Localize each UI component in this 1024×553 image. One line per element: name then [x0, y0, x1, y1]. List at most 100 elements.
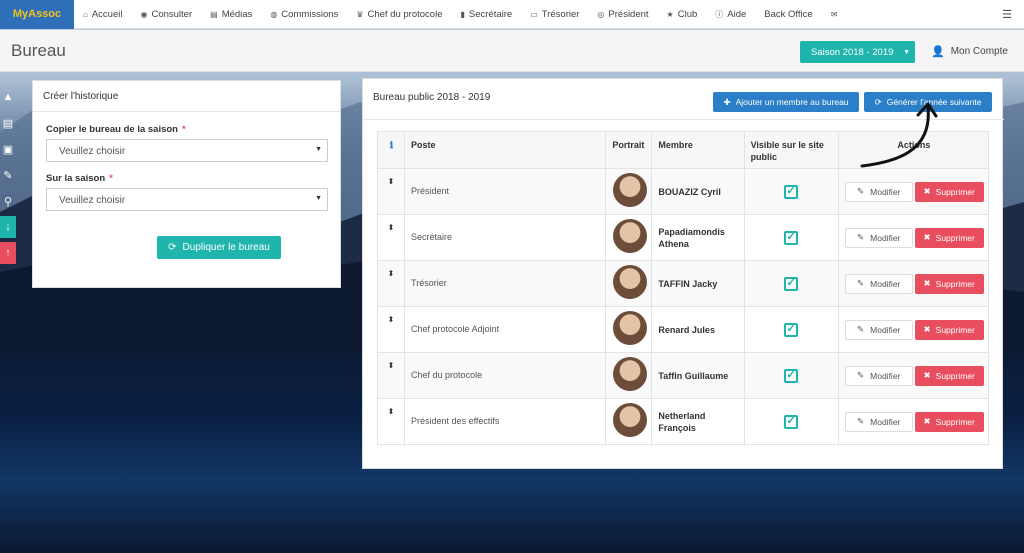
checkbox-checked-icon[interactable]: ✓ [784, 184, 799, 199]
delete-button[interactable]: ✖ Supprimer [914, 365, 984, 386]
nav-label: Médias [221, 8, 253, 20]
nav-item-3[interactable]: ◍ Commissions [261, 0, 347, 29]
nav-item-11[interactable]: ✉ [822, 0, 847, 29]
avatar [613, 219, 648, 253]
close-icon: ✖ [923, 416, 931, 426]
edit-icon: ✎ [857, 232, 865, 242]
checkbox-checked-icon[interactable]: ✓ [784, 322, 799, 337]
menu-icon[interactable]: ☰ [1002, 8, 1024, 21]
avatar [613, 357, 648, 391]
modify-button[interactable]: ✎ Modifier [844, 365, 913, 386]
actions-cell: ✎ Modifier ✖ Supprimer [837, 214, 990, 261]
checkbox-checked-icon[interactable]: ✓ [784, 368, 799, 383]
portrait-cell [605, 260, 653, 307]
checkbox-checked-icon[interactable]: ✓ [784, 230, 799, 245]
portrait-cell [605, 168, 653, 215]
season-label: Saison 2018 - 2019 [811, 46, 894, 58]
nav-item-4[interactable]: ♛ Chef du protocole [347, 0, 451, 29]
home-icon: ⌂ [83, 9, 88, 19]
portrait-cell [605, 214, 653, 261]
checkbox-checked-icon[interactable]: ✓ [784, 414, 799, 429]
brand-logo[interactable]: MyAssoc [0, 0, 74, 29]
drag-handle-icon[interactable]: ⬍ [376, 168, 406, 215]
nav-item-10[interactable]: Back Office [755, 0, 821, 29]
poste-cell: Chef protocole Adjoint [404, 306, 607, 353]
delete-button[interactable]: ✖ Supprimer [914, 411, 984, 432]
avatar [613, 173, 648, 207]
wrench-icon[interactable]: ✎ [0, 164, 16, 186]
nav-item-1[interactable]: ◉ Consulter [131, 0, 201, 29]
drag-handle-icon[interactable]: ⬍ [376, 398, 406, 445]
delete-button[interactable]: ✖ Supprimer [914, 319, 984, 340]
header-membre: Membre [651, 131, 745, 169]
nav-label: Chef du protocole [367, 8, 443, 20]
eye-icon: ◉ [140, 9, 148, 19]
money-icon[interactable]: ▣ [0, 138, 16, 160]
arrow-up-icon[interactable]: ↑ [0, 242, 16, 264]
target-season-select[interactable]: Veuillez choisir ▼ [46, 188, 328, 211]
plus-icon: ✚ [723, 96, 731, 107]
modify-button[interactable]: ✎ Modifier [844, 181, 913, 202]
close-icon: ✖ [923, 232, 931, 242]
poste-cell: Chef du protocole [404, 352, 607, 399]
avatar [613, 403, 648, 437]
drag-handle-icon[interactable]: ⬍ [376, 352, 406, 399]
nav-item-8[interactable]: ★ Club [658, 0, 707, 29]
close-icon: ✖ [923, 324, 931, 334]
nav-item-2[interactable]: ▤ Médias [201, 0, 261, 29]
select-arrow-icon: ▼ [315, 146, 322, 153]
table-row: ⬍ Chef protocole Adjoint Renard Jules ✓ ✎ Mod… [376, 306, 990, 353]
delete-button[interactable]: ✖ Supprimer [914, 181, 984, 202]
nav-item-5[interactable]: ▮ Secrétaire [451, 0, 521, 29]
edit-icon: ✎ [857, 186, 865, 196]
money-icon: ▭ [530, 9, 538, 19]
poste-cell: Secrétaire [404, 214, 607, 261]
nav-item-6[interactable]: ▭ Trésorier [521, 0, 588, 29]
poste-cell: Président des effectifs [404, 398, 607, 445]
account-menu[interactable]: 👤 Mon Compte [931, 45, 1008, 58]
poste-cell: Trésorier [404, 260, 607, 307]
add-member-button[interactable]: ✚ Ajouter un membre au bureau [713, 92, 859, 112]
modify-button[interactable]: ✎ Modifier [844, 273, 913, 294]
nav-item-0[interactable]: ⌂ Accueil [74, 0, 131, 29]
modify-button[interactable]: ✎ Modifier [844, 411, 913, 432]
checkbox-checked-icon[interactable]: ✓ [784, 276, 799, 291]
envelope-icon: ✉ [830, 9, 838, 19]
nav-item-9[interactable]: ⓘ Aide [706, 0, 755, 29]
drag-handle-icon[interactable]: ⬍ [376, 306, 406, 353]
visible-cell: ✓ [743, 352, 839, 399]
chart-icon[interactable]: ▲ [0, 86, 16, 108]
delete-button[interactable]: ✖ Supprimer [914, 273, 984, 294]
delete-button[interactable]: ✖ Supprimer [914, 227, 984, 248]
star-icon: ★ [666, 9, 674, 19]
close-icon: ✖ [923, 370, 931, 380]
actions-cell: ✎ Modifier ✖ Supprimer [837, 352, 990, 399]
actions-cell: ✎ Modifier ✖ Supprimer [837, 306, 990, 353]
modify-button[interactable]: ✎ Modifier [844, 319, 913, 340]
file-icon: ▤ [210, 9, 218, 19]
panel-title: Bureau public 2018 - 2019 [373, 92, 491, 103]
visible-cell: ✓ [743, 398, 839, 445]
modify-button[interactable]: ✎ Modifier [844, 227, 913, 248]
member-cell: BOUAZIZ Cyril [651, 168, 745, 215]
visible-cell: ✓ [743, 214, 839, 261]
copy-season-select[interactable]: Veuillez choisir ▼ [46, 139, 328, 162]
season-dropdown[interactable]: Saison 2018 - 2019 ▼ [800, 41, 915, 63]
header-portrait: Portrait [605, 131, 653, 169]
member-cell: Renard Jules [651, 306, 745, 353]
drag-handle-icon[interactable]: ⬍ [376, 214, 406, 261]
visible-cell: ✓ [743, 168, 839, 215]
table-row: ⬍ Président BOUAZIZ Cyril ✓ ✎ Modifier ✖ Suppri… [376, 168, 990, 215]
annotation-arrow [860, 102, 938, 168]
nav-item-7[interactable]: ◎ Président [588, 0, 657, 29]
document-icon[interactable]: ▤ [0, 112, 16, 134]
drag-handle-icon[interactable]: ⬍ [376, 260, 406, 307]
nav-label: Club [677, 8, 698, 20]
table-row: ⬍ Chef du protocole Taffin Guillaume ✓ ✎ Modi… [376, 352, 990, 399]
info-icon: ⓘ [715, 9, 724, 19]
duplicate-bureau-button[interactable]: ⟳ Dupliquer le bureau [157, 236, 281, 259]
arrow-down-icon[interactable]: ↓ [0, 216, 16, 238]
map-marker-icon[interactable]: ⚲ [0, 190, 16, 212]
close-icon: ✖ [923, 186, 931, 196]
nav-label: Accueil [91, 8, 123, 20]
